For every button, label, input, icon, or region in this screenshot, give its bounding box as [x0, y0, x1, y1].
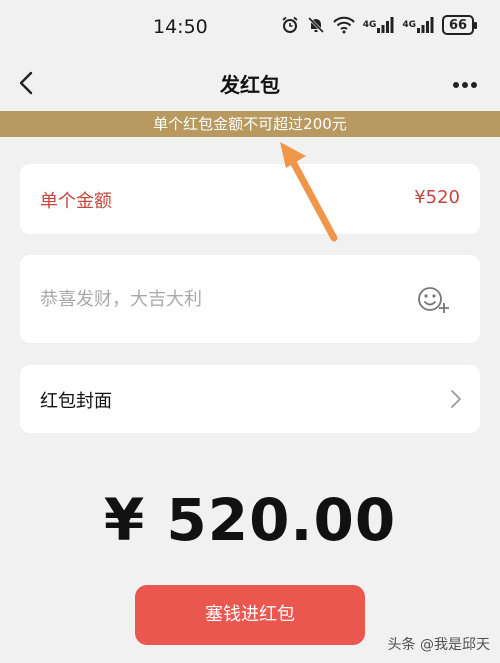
amount-input-value[interactable]: ¥520 [414, 187, 460, 208]
signal-4g-icon: 4G [363, 17, 395, 33]
battery-level: 66 [448, 17, 468, 33]
greeting-input[interactable] [40, 285, 400, 313]
status-time: 14:50 [153, 16, 208, 38]
status-bar: 14:50 4G 4G 66 [0, 0, 500, 56]
chevron-right-icon [450, 389, 462, 409]
total-amount: ¥ 520.00 [103, 486, 397, 554]
limit-warning-banner: 单个红包金额不可超过200元 [0, 111, 500, 137]
network-type-label: 4G [402, 19, 416, 30]
annotation-arrow-icon [280, 142, 338, 242]
network-type-label: 4G [362, 19, 377, 30]
signal-4g-icon: 4G [402, 17, 434, 33]
battery-icon: 66 [442, 15, 477, 35]
nav-bar: 发红包 [0, 56, 500, 108]
emoji-add-icon[interactable] [416, 283, 450, 315]
greeting-row [20, 255, 480, 343]
amount-label: 单个金额 [40, 191, 112, 212]
cover-label: 红包封面 [40, 391, 112, 412]
status-icons: 4G 4G 66 [281, 15, 477, 35]
watermark: 头条 @我是邱天 [387, 637, 490, 653]
amount-row[interactable]: 单个金额 ¥520 [20, 164, 480, 234]
page-title: 发红包 [220, 73, 280, 97]
more-dots-icon[interactable] [452, 76, 478, 88]
alarm-icon [281, 16, 299, 34]
mute-icon [307, 16, 325, 34]
envelope-cover-row[interactable]: 红包封面 [20, 365, 480, 433]
send-red-packet-button[interactable]: 塞钱进红包 [135, 585, 365, 645]
wifi-icon [332, 16, 355, 34]
